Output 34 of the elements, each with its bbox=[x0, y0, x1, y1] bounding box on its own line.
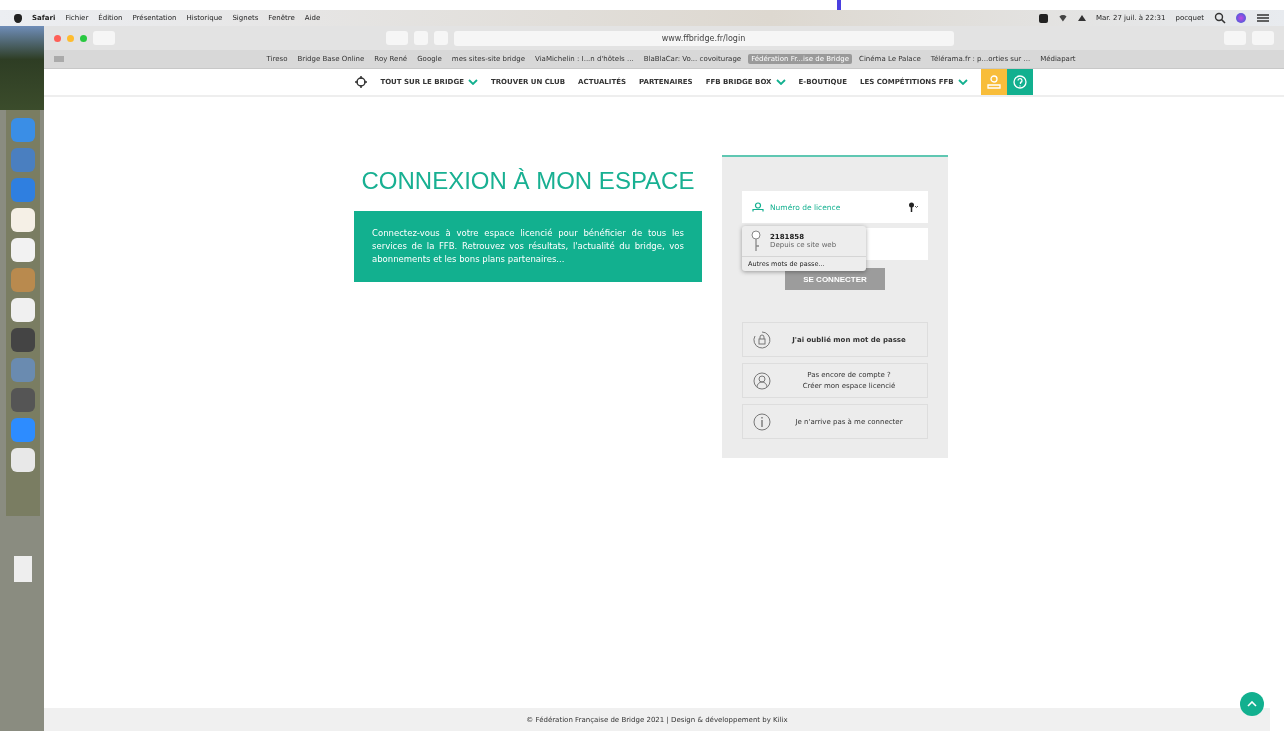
account-button[interactable] bbox=[980, 69, 1007, 95]
gear-icon[interactable] bbox=[355, 76, 368, 88]
dock-app-icon[interactable] bbox=[11, 328, 35, 352]
control-center-icon[interactable] bbox=[1256, 13, 1270, 23]
apple-logo-icon[interactable] bbox=[14, 13, 22, 23]
chevron-down-icon[interactable] bbox=[775, 79, 786, 85]
question-icon bbox=[1012, 75, 1027, 89]
dock-app-icon[interactable] bbox=[11, 238, 35, 262]
chevron-down-icon[interactable] bbox=[957, 79, 968, 85]
info-icon bbox=[753, 412, 771, 431]
siri-icon[interactable] bbox=[1236, 13, 1246, 23]
user-add-icon bbox=[753, 371, 771, 390]
search-icon[interactable] bbox=[1214, 12, 1226, 24]
intro-text: Connectez-vous à votre espace licencié pour bénéficier de tous les services de la FFB. Retrouvez vos résultats, l'actualité du bridge, vos abonnements et les bons plans partenaires... bbox=[372, 227, 684, 266]
scroll-top-button[interactable] bbox=[1240, 692, 1264, 716]
key-icon bbox=[750, 230, 762, 252]
text-cursor-icon bbox=[837, 0, 841, 10]
chevron-down-icon[interactable] bbox=[467, 79, 478, 85]
dock-app-icon[interactable] bbox=[11, 448, 35, 472]
user-icon bbox=[986, 75, 1001, 89]
status-icon[interactable] bbox=[1038, 13, 1048, 23]
address-field[interactable]: www.ffbridge.fr/login bbox=[453, 30, 954, 46]
lock-cycle-icon bbox=[753, 330, 771, 349]
zoom-icon[interactable] bbox=[80, 34, 87, 42]
dock-app-icon[interactable] bbox=[11, 388, 35, 412]
page-title: CONNEXION À MON ESPACE bbox=[361, 167, 695, 195]
key-icon[interactable] bbox=[908, 202, 918, 212]
close-icon[interactable] bbox=[54, 34, 61, 42]
minimize-icon[interactable] bbox=[67, 34, 74, 42]
dock-app-icon[interactable] bbox=[11, 208, 35, 232]
dock-app-icon[interactable] bbox=[11, 298, 35, 322]
help-button[interactable] bbox=[1006, 69, 1033, 95]
user-icon bbox=[752, 202, 764, 212]
chevron-up-icon bbox=[1247, 701, 1257, 707]
